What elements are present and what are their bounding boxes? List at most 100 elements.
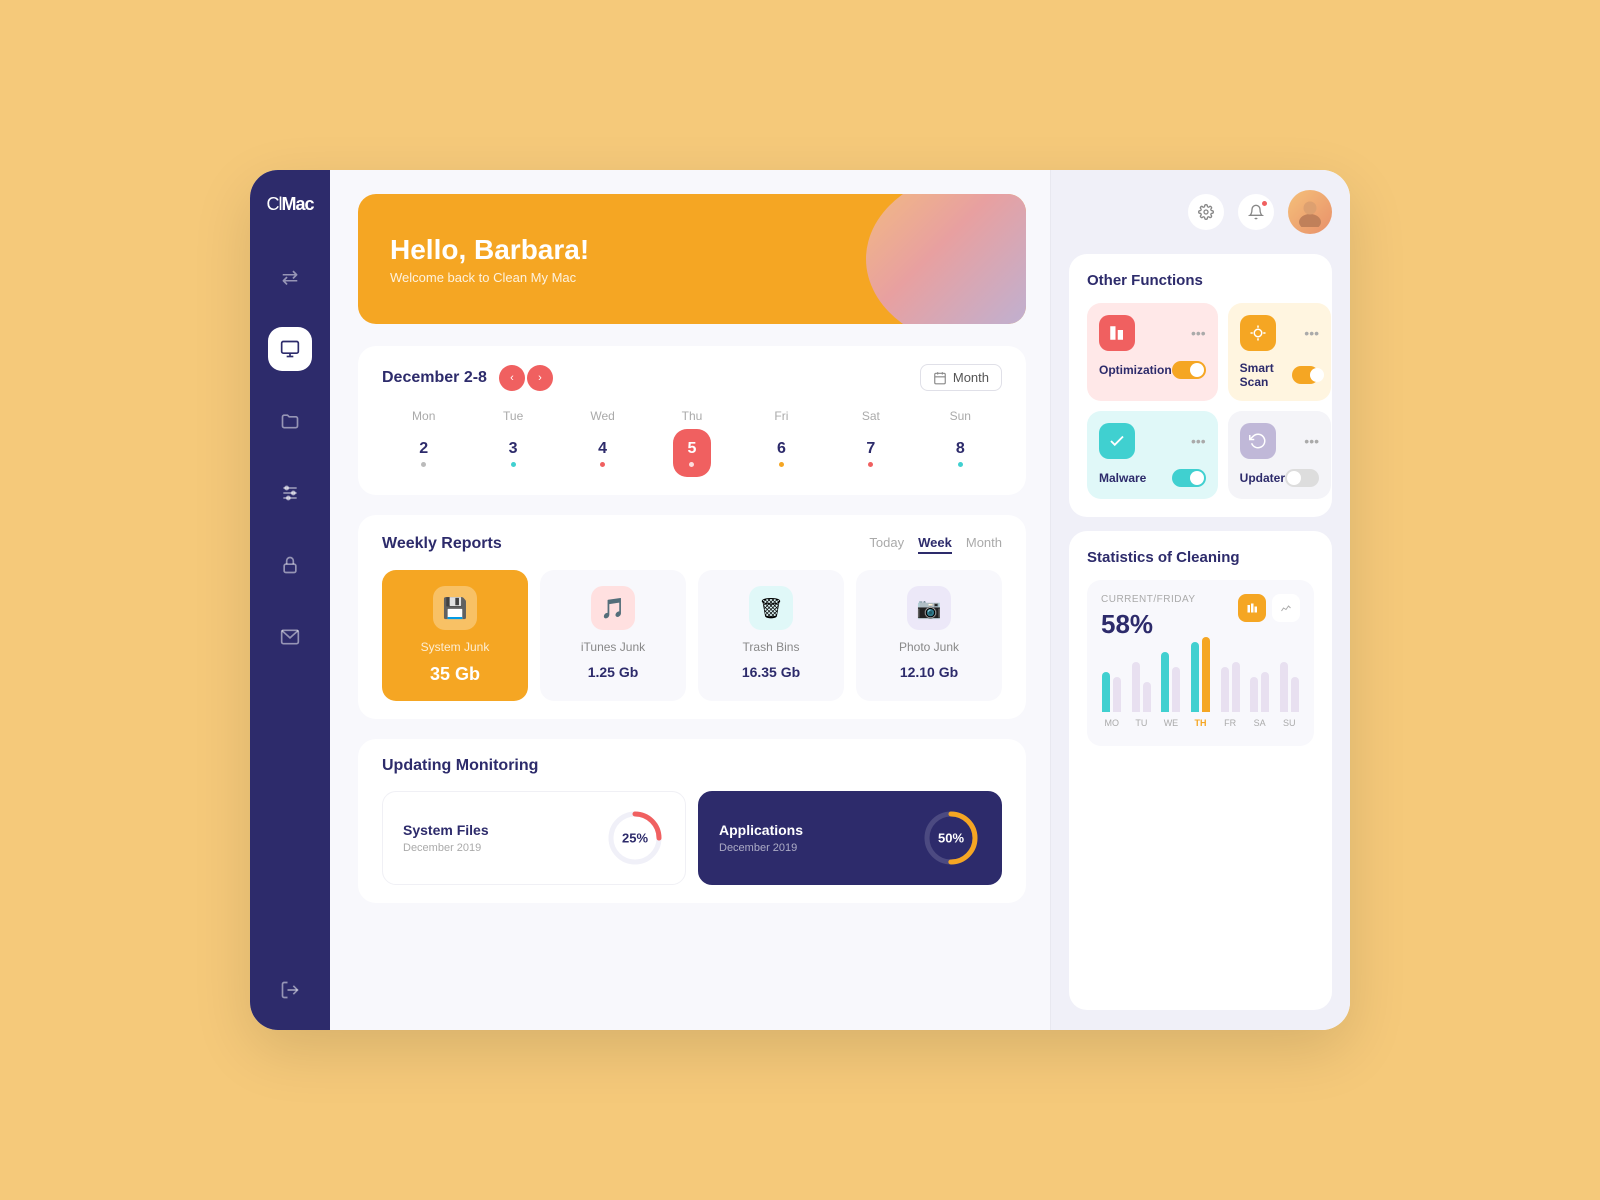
smart-scan-label: Smart Scan — [1240, 361, 1292, 389]
right-panel: Other Functions ••• Optimization — [1050, 170, 1350, 1030]
nav-sliders[interactable] — [268, 471, 312, 515]
updater-label: Updater — [1240, 471, 1285, 485]
calendar-nav: ‹ › — [499, 365, 553, 391]
bar-th-label: TH — [1195, 718, 1207, 728]
updating-monitoring-title: Updating Monitoring — [382, 757, 538, 775]
stat-line-chart-btn[interactable] — [1272, 594, 1300, 622]
trash-bins-label: Trash Bins — [743, 640, 800, 654]
cal-prev-btn[interactable]: ‹ — [499, 365, 525, 391]
system-files-progress: 25% — [605, 808, 665, 868]
bar-sa-light2 — [1261, 672, 1269, 712]
banner-greeting: Hello, Barbara! — [390, 234, 589, 266]
report-system-junk[interactable]: 💾 System Junk 35 Gb — [382, 570, 528, 701]
report-itunes-junk[interactable]: 🎵 iTunes Junk 1.25 Gb — [540, 570, 686, 701]
bar-sa-light1 — [1250, 677, 1258, 712]
day-fri: Fri 6 — [740, 409, 823, 477]
bar-mo: MO — [1101, 672, 1123, 728]
bar-tu-label: TU — [1135, 718, 1147, 728]
applications-period: December 2019 — [719, 842, 803, 854]
sidebar: ClMac ⇄ — [250, 170, 330, 1030]
nav-folder[interactable] — [268, 399, 312, 443]
applications-progress: 50% — [921, 808, 981, 868]
system-junk-icon: 💾 — [433, 586, 477, 630]
applications-name: Applications — [719, 822, 803, 838]
malware-menu[interactable]: ••• — [1191, 433, 1206, 449]
nav-monitor[interactable] — [268, 327, 312, 371]
calendar-date-range: December 2-8 — [382, 369, 487, 387]
update-applications[interactable]: Applications December 2019 50% — [698, 791, 1002, 885]
system-files-period: December 2019 — [403, 842, 489, 854]
update-cards: System Files December 2019 25% Applic — [382, 791, 1002, 885]
weekly-reports-header: Weekly Reports Today Week Month — [382, 533, 1002, 554]
report-photo-junk[interactable]: 📷 Photo Junk 12.10 Gb — [856, 570, 1002, 701]
stat-bar-chart-btn[interactable] — [1238, 594, 1266, 622]
optimization-menu[interactable]: ••• — [1191, 325, 1206, 341]
tab-month[interactable]: Month — [966, 533, 1002, 554]
bar-tu: TU — [1131, 662, 1153, 728]
welcome-banner: Hello, Barbara! Welcome back to Clean My… — [358, 194, 1026, 324]
notification-button[interactable] — [1238, 194, 1274, 230]
smart-scan-icon — [1240, 315, 1276, 351]
nav-logout[interactable] — [280, 980, 300, 1006]
app-logo: ClMac — [266, 194, 313, 215]
bar-mo-light — [1113, 677, 1121, 712]
sidebar-nav: ⇄ — [268, 255, 312, 980]
of-malware: ••• Malware — [1087, 411, 1218, 499]
malware-toggle[interactable] — [1172, 469, 1206, 487]
applications-percent: 50% — [938, 831, 964, 846]
malware-label: Malware — [1099, 471, 1146, 485]
other-functions-title: Other Functions — [1087, 272, 1314, 289]
updater-icon — [1240, 423, 1276, 459]
bar-su-light2 — [1291, 677, 1299, 712]
itunes-junk-icon: 🎵 — [591, 586, 635, 630]
statistics-section: Statistics of Cleaning CURRENT/FRIDAY 58… — [1069, 531, 1332, 1010]
bar-we-light — [1172, 667, 1180, 712]
day-tue: Tue 3 — [471, 409, 554, 477]
bar-we-cyan — [1161, 652, 1169, 712]
notification-badge — [1261, 200, 1268, 207]
optimization-toggle[interactable] — [1172, 361, 1206, 379]
nav-filter[interactable]: ⇄ — [268, 255, 312, 299]
of-optimization: ••• Optimization — [1087, 303, 1218, 401]
bar-chart: MO TU — [1101, 652, 1300, 732]
bar-mo-cyan — [1102, 672, 1110, 712]
system-files-percent: 25% — [622, 831, 648, 846]
banner-subtitle: Welcome back to Clean My Mac — [390, 270, 589, 285]
bar-sa: SA — [1249, 672, 1271, 728]
updater-menu[interactable]: ••• — [1304, 433, 1319, 449]
smart-scan-menu[interactable]: ••• — [1304, 325, 1319, 341]
banner-image — [826, 194, 1026, 324]
trash-bins-value: 16.35 Gb — [742, 664, 800, 680]
update-system-files[interactable]: System Files December 2019 25% — [382, 791, 686, 885]
nav-lock[interactable] — [268, 543, 312, 587]
weekly-reports-section: Weekly Reports Today Week Month 💾 System… — [358, 515, 1026, 719]
system-junk-label: System Junk — [421, 640, 490, 654]
settings-button[interactable] — [1188, 194, 1224, 230]
other-functions-section: Other Functions ••• Optimization — [1069, 254, 1332, 517]
banner-text: Hello, Barbara! Welcome back to Clean My… — [390, 234, 589, 285]
system-junk-value: 35 Gb — [430, 664, 480, 685]
stat-period-label: CURRENT/FRIDAY — [1101, 594, 1196, 605]
statistics-card: CURRENT/FRIDAY 58% — [1087, 580, 1314, 746]
bar-fr-label: FR — [1224, 718, 1236, 728]
calendar-header: December 2-8 ‹ › Month — [382, 364, 1002, 391]
updater-toggle[interactable] — [1285, 469, 1319, 487]
photo-junk-label: Photo Junk — [899, 640, 959, 654]
tab-week[interactable]: Week — [918, 533, 952, 554]
bar-tu-light1 — [1132, 662, 1140, 712]
user-avatar[interactable] — [1288, 190, 1332, 234]
day-wed: Wed 4 — [561, 409, 644, 477]
statistics-title: Statistics of Cleaning — [1087, 549, 1314, 566]
month-view-btn[interactable]: Month — [920, 364, 1002, 391]
smart-scan-toggle[interactable] — [1292, 366, 1319, 384]
bar-mo-label: MO — [1105, 718, 1120, 728]
bar-th-orange — [1202, 637, 1210, 712]
bar-we: WE — [1160, 652, 1182, 728]
app-container: ClMac ⇄ Hell — [250, 170, 1350, 1030]
tab-today[interactable]: Today — [869, 533, 904, 554]
cal-next-btn[interactable]: › — [527, 365, 553, 391]
report-trash-bins[interactable]: 🗑 Trash Bins 16.35 Gb — [698, 570, 844, 701]
bar-we-label: WE — [1164, 718, 1179, 728]
nav-mail[interactable] — [268, 615, 312, 659]
bar-fr-light2 — [1232, 662, 1240, 712]
